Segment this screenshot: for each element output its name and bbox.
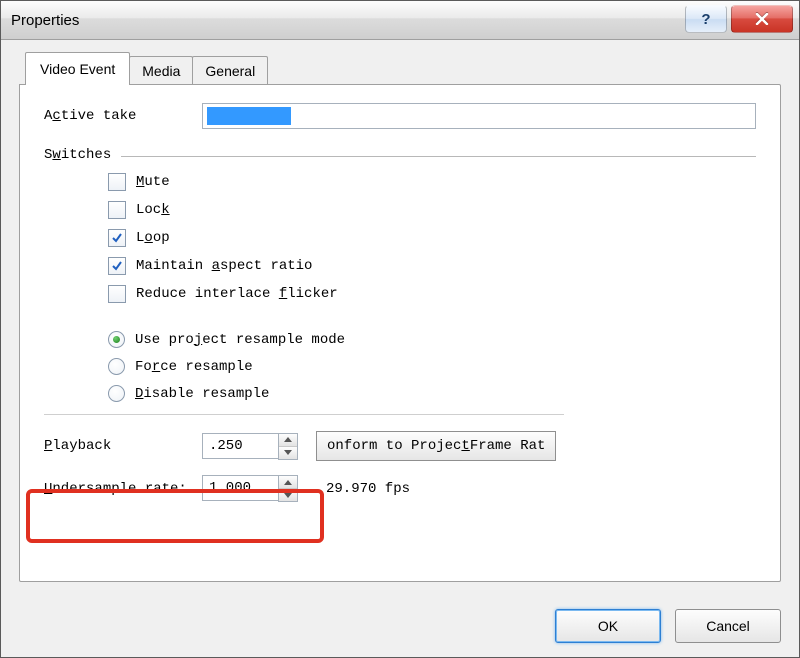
undersample-spin-down[interactable] — [279, 489, 297, 501]
undersample-input[interactable] — [202, 475, 278, 501]
ok-button[interactable]: OK — [555, 609, 661, 643]
chevron-up-icon — [284, 437, 292, 442]
mute-label: Mute — [136, 174, 170, 190]
switches-legend: Switches — [44, 147, 111, 163]
flicker-checkbox[interactable] — [108, 285, 126, 303]
chevron-down-icon — [284, 450, 292, 455]
playback-spin-down[interactable] — [279, 447, 297, 459]
loop-label: Loop — [136, 230, 170, 246]
tabstrip: Video Event Media General — [25, 51, 781, 84]
undersample-fps: 29.970 fps — [326, 481, 410, 497]
switches-separator — [121, 156, 756, 157]
chevron-down-icon — [284, 493, 292, 498]
resample-force-radio[interactable] — [108, 358, 125, 375]
aspect-checkbox[interactable] — [108, 257, 126, 275]
tab-video-event[interactable]: Video Event — [25, 52, 130, 85]
resample-disable-label: Disable resample — [135, 386, 269, 402]
lock-checkbox[interactable] — [108, 201, 126, 219]
playback-label: Playback — [44, 438, 202, 454]
active-take-input[interactable] — [202, 103, 756, 129]
separator — [44, 414, 564, 415]
resample-disable-radio[interactable] — [108, 385, 125, 402]
close-icon — [755, 13, 769, 25]
mute-checkbox[interactable] — [108, 173, 126, 191]
active-take-selection — [207, 107, 291, 125]
tab-general[interactable]: General — [192, 56, 268, 85]
dialog-footer: OK Cancel — [555, 609, 781, 643]
playback-spin-up[interactable] — [279, 434, 297, 447]
playback-input[interactable] — [202, 433, 278, 459]
resample-project-radio[interactable] — [108, 331, 125, 348]
close-button[interactable] — [731, 5, 793, 33]
tab-media[interactable]: Media — [129, 56, 193, 85]
help-button[interactable]: ? — [685, 5, 727, 33]
resample-project-label: Use project resample mode — [135, 332, 345, 348]
titlebar[interactable]: Properties ? — [1, 1, 799, 40]
conform-frame-rate-button[interactable]: onform to Project Frame Rat — [316, 431, 556, 461]
tabpage-video-event: Active take Switches Mute — [19, 84, 781, 582]
undersample-label: Undersample rate: — [44, 481, 202, 497]
aspect-label: Maintain aspect ratio — [136, 258, 312, 274]
resample-force-label: Force resample — [135, 359, 253, 375]
flicker-label: Reduce interlace flicker — [136, 286, 338, 302]
window-title: Properties — [11, 12, 79, 29]
undersample-spin-up[interactable] — [279, 476, 297, 489]
active-take-label: Active take — [44, 108, 202, 124]
lock-label: Lock — [136, 202, 170, 218]
loop-checkbox[interactable] — [108, 229, 126, 247]
cancel-button[interactable]: Cancel — [675, 609, 781, 643]
chevron-up-icon — [284, 480, 292, 485]
properties-dialog: Properties ? Video Event Media General A… — [0, 0, 800, 658]
